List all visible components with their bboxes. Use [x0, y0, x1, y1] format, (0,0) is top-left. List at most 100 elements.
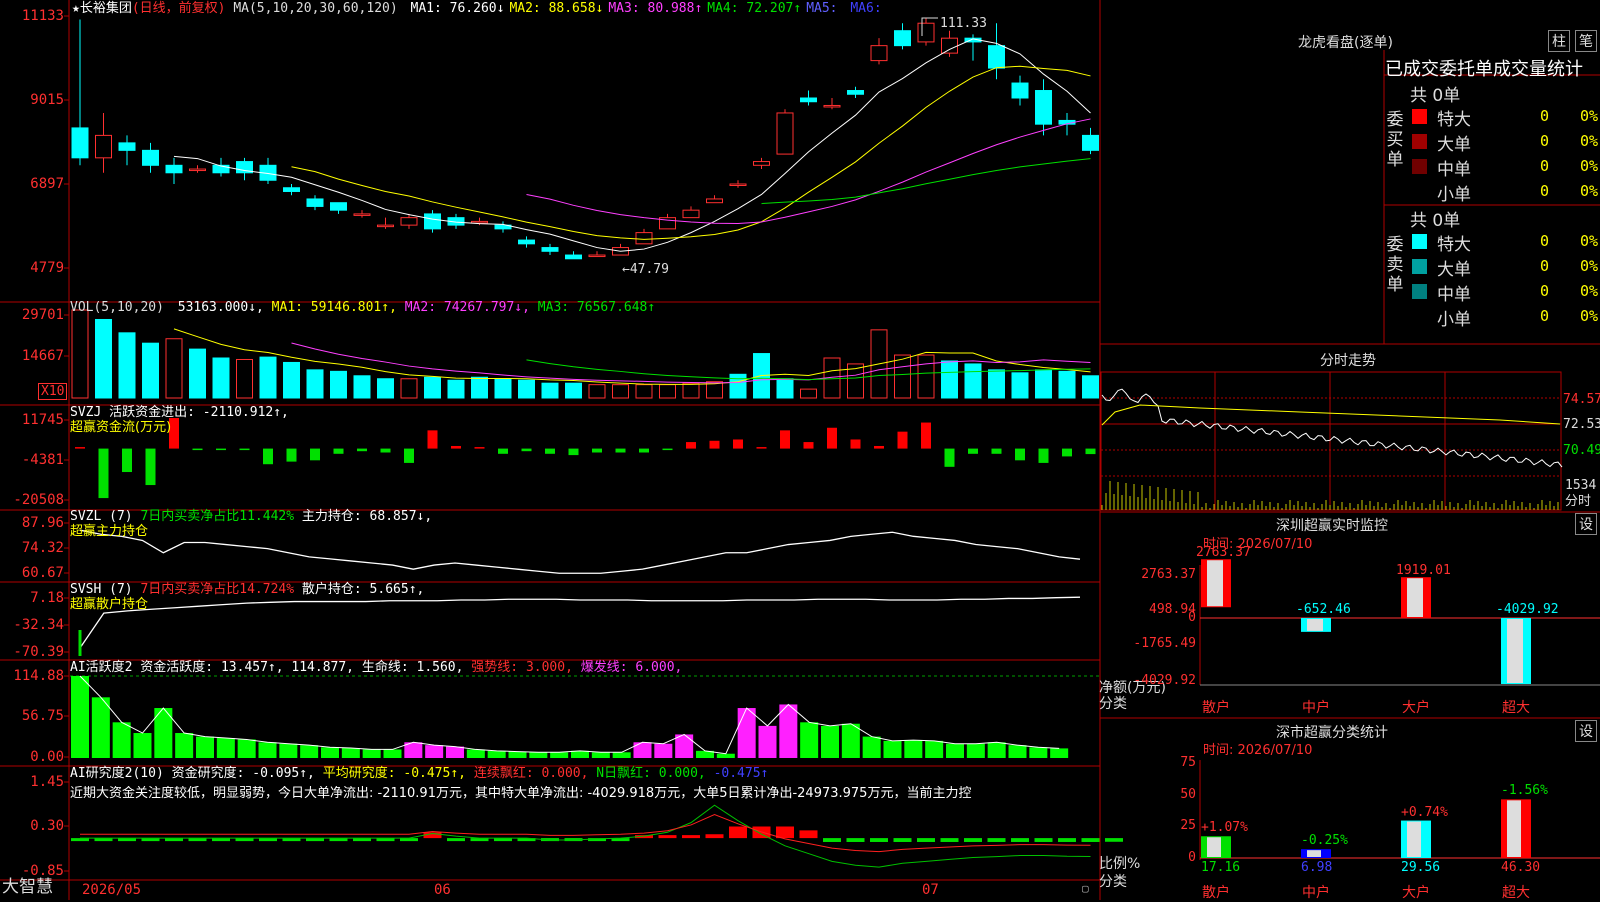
sh-settings-button[interactable]: 设 — [1575, 720, 1597, 742]
activity-bar — [758, 725, 777, 758]
sz-settings-button[interactable]: 设 — [1575, 513, 1597, 535]
activity-bar — [1050, 748, 1069, 758]
longhu-tabs[interactable]: 已成交委托单成交量统计 — [1385, 55, 1583, 81]
volume-bar — [964, 363, 982, 399]
sh-y-tick: 0 — [1188, 850, 1196, 865]
svsh-y-tick: 7.18 — [30, 590, 64, 606]
candle-body — [330, 202, 347, 211]
flow-bar — [803, 442, 814, 449]
candle-body — [565, 254, 582, 260]
ma1-line — [173, 38, 1091, 252]
candle-body — [118, 142, 136, 151]
sh-category: 大户 — [1402, 885, 1430, 901]
flow-bar — [404, 448, 414, 463]
candle-body — [635, 232, 653, 245]
buy-total: 共 0单 — [1410, 86, 1461, 106]
flow-bar — [122, 448, 132, 473]
sz-y-tick: 0 — [1188, 610, 1196, 625]
svzl-sub: 超赢主力持仓 — [70, 524, 149, 539]
flow-bar — [474, 447, 485, 449]
volume-bar — [283, 361, 300, 399]
research-bar — [1034, 838, 1053, 842]
sell-side-label: 委卖单 — [1385, 235, 1405, 295]
intraday-frame — [1100, 371, 1562, 511]
ai1-life: 生命线: 1.560, — [361, 660, 464, 675]
research-bar — [447, 838, 465, 842]
research-line — [80, 813, 1091, 853]
sh-value-label: 29.56 — [1401, 860, 1441, 875]
intraday-y1: 74.57 — [1563, 392, 1600, 407]
candle-body — [706, 198, 723, 204]
research-bar — [846, 838, 865, 842]
vol-ma3: MA3: 76567.648↑ — [537, 300, 656, 315]
candle-body — [941, 37, 958, 54]
research-bar — [917, 838, 935, 842]
sell-row-pct: 0% — [1580, 257, 1599, 275]
activity-bar — [925, 740, 944, 758]
tick-view-button[interactable]: 笔 — [1575, 30, 1597, 52]
ma4-line — [761, 158, 1091, 205]
buy-row-count: 0 — [1540, 107, 1550, 125]
candle-body — [541, 247, 559, 252]
activity-bar — [779, 704, 798, 758]
activity-bar — [341, 748, 360, 758]
research-bar — [823, 838, 841, 842]
volume-bar — [659, 384, 676, 399]
volume-bar — [612, 384, 629, 399]
intraday-unit: 分时 — [1565, 494, 1592, 509]
volume-bar — [917, 354, 935, 399]
ma-value-6: MA6: — [850, 1, 882, 16]
activity-bar — [883, 740, 902, 758]
flow-bar — [944, 448, 955, 467]
candle-body — [847, 90, 864, 95]
vertical-char: 卖 — [1386, 255, 1404, 275]
buy-row-count: 0 — [1540, 182, 1550, 200]
flow-bar — [545, 448, 555, 454]
activity-bar — [91, 697, 110, 758]
sh-y-tick: 75 — [1180, 755, 1196, 770]
low-price-label: ←47.79 — [622, 262, 669, 277]
sz-bar-inner — [1407, 578, 1423, 617]
x-label-jul: 07 — [922, 882, 939, 898]
sz-monitor-title: 深圳超赢实时监控 — [1276, 518, 1388, 534]
stock-title[interactable]: ★长裕集团 — [72, 1, 132, 16]
vol-ma2: MA2: 74267.797↓, — [404, 300, 530, 315]
volume-bar — [142, 342, 159, 399]
candle-body — [95, 134, 112, 159]
research-bar — [1081, 838, 1100, 842]
ai1-burst: 爆发线: 6.000, — [580, 660, 683, 675]
activity-bar — [216, 738, 235, 758]
svzl-y-tick: 74.32 — [21, 540, 64, 556]
flow-bar — [451, 445, 461, 449]
activity-bar — [946, 743, 964, 758]
vertical-char: 单 — [1386, 275, 1404, 295]
x-label-may: 2026/05 — [82, 882, 142, 898]
research-bar — [940, 838, 959, 842]
volume-bar — [729, 373, 747, 399]
column-view-button[interactable]: 柱 — [1548, 30, 1570, 52]
activity-bar — [279, 743, 298, 758]
lock-icon[interactable]: ▢ — [1082, 881, 1089, 896]
candle-body — [424, 213, 441, 230]
flow-bar — [521, 448, 532, 452]
sh-change-label: -1.56% — [1501, 783, 1548, 799]
flow-bar — [709, 440, 720, 449]
flow-bar — [1085, 448, 1096, 455]
research-bar — [682, 835, 700, 839]
volume-bar — [800, 388, 817, 399]
volume-bar — [189, 348, 206, 399]
ai1-y-tick: 114.88 — [13, 668, 64, 684]
activity-bar — [466, 749, 485, 758]
candle-body — [729, 183, 747, 186]
intraday-y2: 72.53 — [1563, 417, 1600, 432]
sh-xlabel: 分类 — [1099, 874, 1127, 890]
avg-research-line — [80, 804, 1091, 868]
ma-value-1: MA1: 76.260↓ — [410, 1, 505, 16]
flow-bar — [1038, 448, 1049, 463]
activity-bar — [862, 736, 881, 758]
ai2-header: AI研究度2(10) 资金研究度: -0.095↑, 平均研究度: -0.475… — [70, 766, 768, 781]
ai2-y-tick: 1.45 — [30, 774, 64, 790]
flow-bar — [1015, 448, 1025, 461]
activity-bar — [71, 676, 89, 758]
flow-bar — [921, 422, 931, 449]
